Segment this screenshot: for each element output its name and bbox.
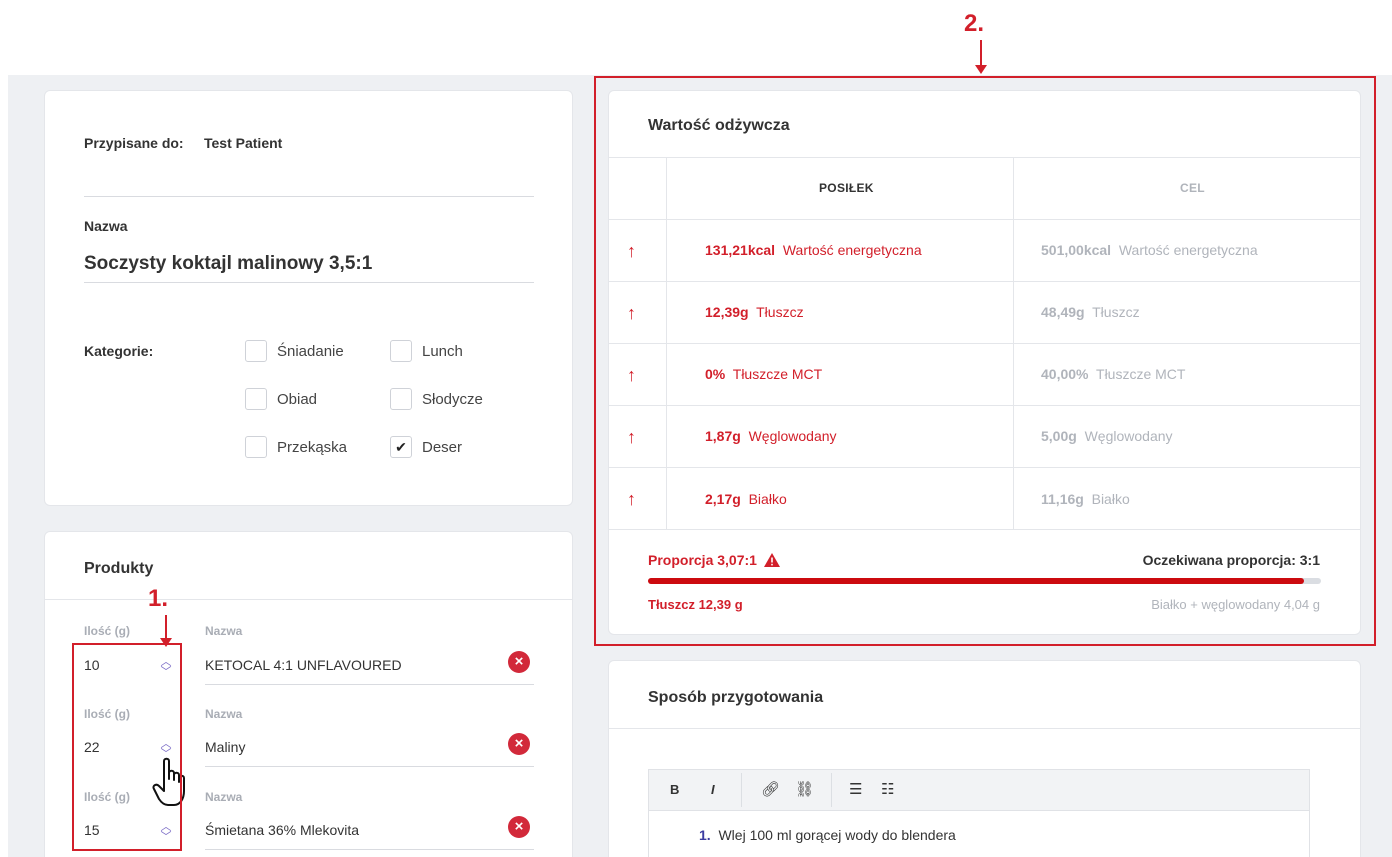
editor-toolbar: B I 🔗︎ ⛓︎ ☰ ☷	[648, 769, 1310, 811]
category-przekaska[interactable]: Przekąska	[245, 436, 347, 458]
product-name: Maliny	[205, 739, 246, 755]
checkbox-label: Śniadanie	[277, 342, 344, 360]
checkbox-label: Lunch	[422, 342, 463, 360]
name-label: Nazwa	[84, 218, 128, 234]
preparation-title: Sposób przygotowania	[648, 689, 824, 706]
name-underline	[205, 684, 534, 685]
category-lunch[interactable]: Lunch	[390, 340, 463, 362]
step-item: 1. Wlej 100 ml gorącej wody do blendera	[699, 827, 956, 843]
recipe-details-card: Przypisane do: Test Patient Nazwa Soczys…	[44, 90, 573, 506]
product-name: KETOCAL 4:1 UNFLAVOURED	[205, 657, 402, 673]
annotation-arrow-1	[160, 615, 172, 647]
checkbox[interactable]	[390, 388, 412, 410]
checkbox-label: Słodycze	[422, 390, 483, 408]
bulleted-list-icon[interactable]: ☰	[849, 780, 862, 798]
name-underline	[84, 282, 534, 283]
category-sniadanie[interactable]: Śniadanie	[245, 340, 344, 362]
assigned-value: Test Patient	[204, 135, 283, 151]
toolbar-separator	[741, 773, 742, 807]
categories-label: Kategorie:	[84, 343, 154, 359]
annotation-box-1	[72, 643, 182, 851]
divider	[45, 599, 572, 600]
remove-product-icon[interactable]: ×	[508, 816, 530, 838]
preparation-card: Sposób przygotowania B I 🔗︎ ⛓︎ ☰ ☷ 1. Wl…	[608, 660, 1361, 857]
category-slodycze[interactable]: Słodycze	[390, 388, 483, 410]
checkbox-label: Deser	[422, 438, 463, 456]
italic-button[interactable]: I	[711, 782, 715, 797]
checkbox-checked[interactable]: ✔	[390, 436, 412, 458]
checkbox-label: Przekąska	[277, 438, 348, 456]
products-title: Produkty	[84, 560, 154, 577]
checkbox[interactable]	[390, 340, 412, 362]
toolbar-separator	[831, 773, 832, 807]
divider	[609, 728, 1360, 729]
category-deser[interactable]: ✔ Deser	[390, 436, 462, 458]
remove-product-icon[interactable]: ×	[508, 651, 530, 673]
name-underline	[205, 849, 534, 850]
qty-header: Ilość (g)	[84, 624, 131, 638]
category-obiad[interactable]: Obiad	[245, 388, 317, 410]
annotation-label-1: 1.	[148, 585, 169, 612]
recipe-name-input[interactable]: Soczysty koktajl malinowy 3,5:1	[84, 253, 372, 275]
divider	[84, 196, 534, 197]
bold-button[interactable]: B	[670, 782, 679, 797]
annotation-box-2	[594, 76, 1376, 646]
link-icon[interactable]: 🔗︎	[761, 780, 780, 798]
unlink-icon[interactable]: ⛓︎	[795, 780, 814, 798]
checkbox[interactable]	[245, 436, 267, 458]
assigned-label: Przypisane do:	[84, 135, 184, 151]
editor-body[interactable]: 1. Wlej 100 ml gorącej wody do blendera	[648, 811, 1310, 857]
product-name: Śmietana 36% Mlekovita	[205, 822, 360, 838]
check-icon: ✔	[395, 438, 407, 455]
annotation-label-2: 2.	[964, 10, 985, 37]
name-header: Nazwa	[205, 790, 243, 804]
remove-product-icon[interactable]: ×	[508, 733, 530, 755]
name-underline	[205, 766, 534, 767]
annotation-arrow-2	[975, 40, 987, 74]
numbered-list-icon[interactable]: ☷	[881, 780, 894, 798]
checkbox[interactable]	[245, 388, 267, 410]
checkbox-label: Obiad	[277, 390, 318, 408]
name-header: Nazwa	[205, 624, 243, 638]
name-header: Nazwa	[205, 707, 243, 721]
checkbox[interactable]	[245, 340, 267, 362]
